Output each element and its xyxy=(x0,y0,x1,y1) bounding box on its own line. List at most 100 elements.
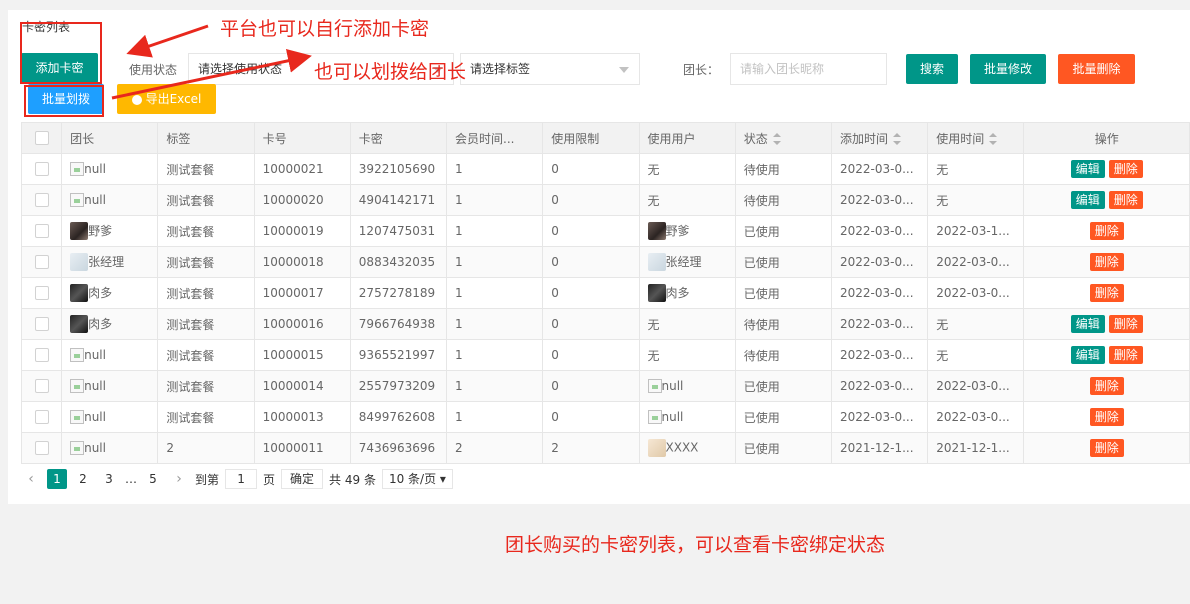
page-size-select[interactable]: 10 条/页 ▾ xyxy=(381,469,453,489)
user-name: 张经理 xyxy=(665,254,702,269)
delete-button[interactable]: 删除 xyxy=(1089,408,1124,426)
table-row[interactable]: 肉多 测试套餐 10000016 7966764938 1 0 无 待使用 20… xyxy=(20,308,1190,340)
row-checkbox[interactable] xyxy=(34,255,49,270)
table-row[interactable]: null 测试套餐 10000015 9365521997 1 0 无 待使用 … xyxy=(20,339,1190,371)
table-row[interactable]: null 测试套餐 10000014 2557973209 1 0 null 已… xyxy=(20,370,1190,402)
row-checkbox[interactable] xyxy=(34,348,49,363)
batch-edit-button[interactable]: 批量修改 xyxy=(970,54,1046,84)
table-row[interactable]: 张经理 测试套餐 10000018 0883432035 1 0 张经理 已使用… xyxy=(20,246,1190,278)
card-no-cell: 10000011 xyxy=(253,432,351,464)
tag-cell: 测试套餐 xyxy=(157,215,255,247)
limit-cell: 0 xyxy=(542,370,640,402)
edit-button[interactable]: 编辑 xyxy=(1070,160,1105,178)
user-cell: 无 xyxy=(638,339,736,371)
page-2[interactable]: 2 xyxy=(73,469,93,489)
table-row[interactable]: null 测试套餐 10000013 8499762608 1 0 null 已… xyxy=(20,401,1190,433)
col-added[interactable]: 添加时间 xyxy=(830,122,929,154)
row-checkbox[interactable] xyxy=(34,410,49,425)
row-select-cell[interactable] xyxy=(20,277,63,309)
page-3[interactable]: 3 xyxy=(99,469,119,489)
table-header-row: 团长 标签 卡号 卡密 会员时间... 使用限制 使用用户 状态 添加时间 使用… xyxy=(20,122,1190,154)
row-checkbox[interactable] xyxy=(34,286,49,301)
select-all-checkbox[interactable] xyxy=(34,131,49,146)
search-button[interactable]: 搜索 xyxy=(906,54,958,84)
delete-button[interactable]: 删除 xyxy=(1089,284,1124,302)
leader-search-input[interactable] xyxy=(730,53,887,85)
table-row[interactable]: null 2 10000011 7436963696 2 2 XXXX 已使用 … xyxy=(20,432,1190,464)
prev-page-icon[interactable]: ‹ xyxy=(21,471,41,487)
batch-delete-button[interactable]: 批量删除 xyxy=(1058,54,1135,84)
row-select-cell[interactable] xyxy=(20,432,63,464)
row-checkbox[interactable] xyxy=(34,193,49,208)
row-select-cell[interactable] xyxy=(20,401,63,433)
next-page-icon[interactable]: › xyxy=(169,471,189,487)
row-checkbox[interactable] xyxy=(34,317,49,332)
limit-cell: 2 xyxy=(542,432,640,464)
tag-select-value: 请选择标签 xyxy=(470,62,531,76)
row-select-cell[interactable] xyxy=(20,184,63,216)
member-time-cell: 1 xyxy=(446,215,544,247)
col-status-label: 状态 xyxy=(743,131,768,146)
annotation-box-add xyxy=(20,22,102,84)
annotation-box-assign xyxy=(24,85,104,117)
broken-image-icon xyxy=(70,162,85,177)
row-checkbox[interactable] xyxy=(34,224,49,239)
added-time-cell: 2022-03-0... xyxy=(830,308,929,340)
goto-page-input[interactable]: 1 xyxy=(225,469,258,489)
table-row[interactable]: null 测试套餐 10000021 3922105690 1 0 无 待使用 … xyxy=(20,153,1190,185)
delete-button[interactable]: 删除 xyxy=(1089,253,1124,271)
sort-icon[interactable] xyxy=(892,133,901,145)
table-row[interactable]: 野爹 测试套餐 10000019 1207475031 1 0 野爹 已使用 2… xyxy=(20,215,1190,247)
col-status[interactable]: 状态 xyxy=(734,122,832,154)
delete-button[interactable]: 删除 xyxy=(1089,377,1124,395)
edit-button[interactable]: 编辑 xyxy=(1070,315,1105,333)
used-time-cell: 2022-03-0... xyxy=(927,277,1025,309)
tag-select[interactable]: 请选择标签 xyxy=(460,53,640,85)
row-select-cell[interactable] xyxy=(20,370,63,402)
secret-cell: 2757278189 xyxy=(349,277,448,309)
leader-name: null xyxy=(84,378,106,393)
delete-button[interactable]: 删除 xyxy=(1108,160,1143,178)
tag-cell: 测试套餐 xyxy=(157,339,255,371)
row-select-cell[interactable] xyxy=(20,215,63,247)
sort-icon[interactable] xyxy=(772,133,781,145)
table-row[interactable]: 肉多 测试套餐 10000017 2757278189 1 0 肉多 已使用 2… xyxy=(20,277,1190,309)
used-time-cell: 无 xyxy=(927,153,1025,185)
edit-button[interactable]: 编辑 xyxy=(1070,346,1105,364)
added-time-cell: 2022-03-0... xyxy=(830,277,929,309)
used-time-cell: 2022-03-0... xyxy=(927,246,1025,278)
row-select-cell[interactable] xyxy=(20,246,63,278)
select-all-cell[interactable] xyxy=(20,122,63,154)
page-last[interactable]: 5 xyxy=(143,469,163,489)
col-tag: 标签 xyxy=(157,122,255,154)
row-checkbox[interactable] xyxy=(34,441,49,456)
row-checkbox[interactable] xyxy=(34,162,49,177)
delete-button[interactable]: 删除 xyxy=(1108,315,1143,333)
page-1[interactable]: 1 xyxy=(47,469,67,489)
card-no-cell: 10000014 xyxy=(253,370,351,402)
leader-cell: null xyxy=(61,432,159,464)
row-select-cell[interactable] xyxy=(20,153,63,185)
export-excel-button[interactable]: 导出Excel xyxy=(117,84,216,114)
goto-confirm-button[interactable]: 确定 xyxy=(281,469,324,489)
edit-button[interactable]: 编辑 xyxy=(1070,191,1105,209)
row-checkbox[interactable] xyxy=(34,379,49,394)
row-select-cell[interactable] xyxy=(20,339,63,371)
secret-cell: 7966764938 xyxy=(349,308,448,340)
col-used[interactable]: 使用时间 xyxy=(927,122,1025,154)
row-select-cell[interactable] xyxy=(20,308,63,340)
limit-cell: 0 xyxy=(542,153,640,185)
col-added-label: 添加时间 xyxy=(839,131,888,146)
delete-button[interactable]: 删除 xyxy=(1089,439,1124,457)
delete-button[interactable]: 删除 xyxy=(1108,346,1143,364)
used-time-cell: 无 xyxy=(927,308,1025,340)
status-cell: 已使用 xyxy=(734,215,832,247)
card-no-cell: 10000015 xyxy=(253,339,351,371)
limit-cell: 0 xyxy=(542,215,640,247)
table-row[interactable]: null 测试套餐 10000020 4904142171 1 0 无 待使用 … xyxy=(20,184,1190,216)
delete-button[interactable]: 删除 xyxy=(1089,222,1124,240)
actions-cell: 编辑 删除 xyxy=(1023,153,1190,185)
col-card-no: 卡号 xyxy=(253,122,351,154)
delete-button[interactable]: 删除 xyxy=(1108,191,1143,209)
sort-icon[interactable] xyxy=(989,133,998,145)
